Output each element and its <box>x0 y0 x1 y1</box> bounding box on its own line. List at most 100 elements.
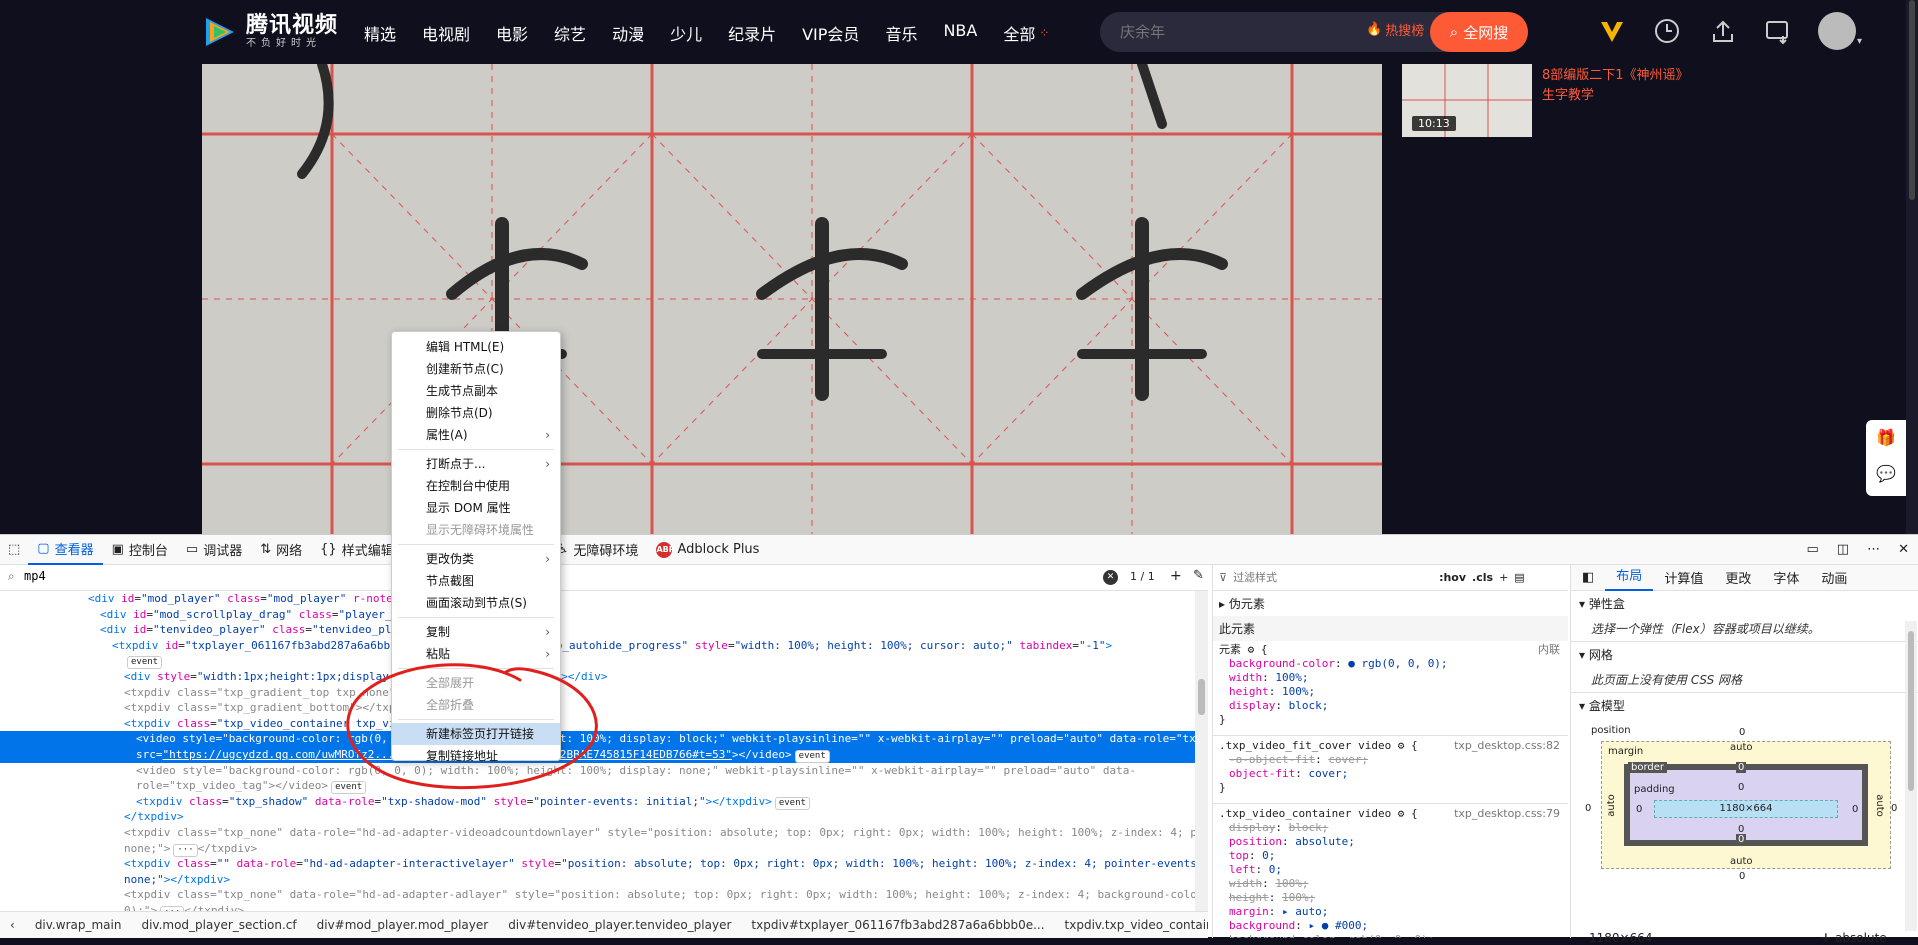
layout-scrollbar[interactable] <box>1905 621 1917 931</box>
vip-v-icon[interactable] <box>1597 16 1627 46</box>
recommend-thumbnail[interactable]: 10:13 <box>1402 64 1532 137</box>
upload-icon[interactable] <box>1708 16 1738 46</box>
rule-declaration[interactable]: margin: ▸ auto; <box>1213 905 1568 919</box>
rule-declaration[interactable]: width: 100%; <box>1213 671 1568 685</box>
rule-declaration[interactable]: position: absolute; <box>1213 835 1568 849</box>
toggle-sidebar-icon[interactable]: ◧ <box>1571 570 1605 585</box>
search-input[interactable] <box>1120 12 1360 52</box>
rule-selector[interactable]: txp_desktop.css:79 .txp_video_container v… <box>1213 803 1568 821</box>
markup-node[interactable]: <txpdiv class="txp_none" data-role="hd-a… <box>0 825 1208 841</box>
rule-source-link[interactable]: 内联 <box>1538 643 1568 657</box>
tab-changes[interactable]: 更改 <box>1714 568 1762 587</box>
menu-item[interactable]: 画面滚动到节点(S) <box>392 592 560 614</box>
eyedropper-icon[interactable]: ✎ <box>1193 568 1204 583</box>
element-picker-icon[interactable]: ⬚ <box>0 535 28 565</box>
tab-network[interactable]: ⇅ 网络 <box>251 535 311 565</box>
rule-declaration[interactable]: display: block; <box>1213 699 1568 713</box>
menu-item[interactable]: 复制链接地址 <box>392 745 560 767</box>
markup-node[interactable]: none;"></txpdiv> <box>0 872 1208 888</box>
markup-node[interactable]: <div id="mod_scrollplay_drag" class="pla… <box>0 607 1208 623</box>
rule-selector[interactable]: txp_desktop.css:82 .txp_video_fit_cover v… <box>1213 735 1568 753</box>
page-scrollbar[interactable] <box>1906 0 1918 534</box>
flexbox-section-toggle[interactable]: ▾ 弹性盒 <box>1571 591 1918 616</box>
markup-node[interactable]: 0);">···</txpdiv> <box>0 903 1208 911</box>
nav-item-documentary[interactable]: 纪录片 <box>728 21 776 45</box>
markup-node[interactable]: <div id="mod_player" class="mod_player" … <box>0 591 1208 607</box>
rule-declaration[interactable]: background-color: ● rgb(0, 0, 0); <box>1213 657 1568 671</box>
markup-node[interactable]: <div style="width:1px;height:1px;display… <box>0 669 1208 685</box>
nav-item-nba[interactable]: NBA <box>943 21 977 45</box>
markup-scrollbar[interactable] <box>1195 591 1208 911</box>
content-box[interactable]: 1180×664 <box>1654 800 1838 818</box>
responsive-icon[interactable]: ▭ <box>1798 535 1828 565</box>
markup-node[interactable]: <txpdiv class="txp_shadow" data-role="tx… <box>0 794 1208 810</box>
menu-item[interactable]: 删除节点(D) <box>392 402 560 424</box>
history-icon[interactable] <box>1652 16 1682 46</box>
markup-node[interactable]: <div id="tenvideo_player" class="tenvide… <box>0 622 1208 638</box>
search-button[interactable]: ⌕ 全网搜 <box>1430 12 1528 52</box>
tab-console[interactable]: ▣ 控制台 <box>103 535 177 565</box>
nav-item-vip[interactable]: VIP会员 <box>802 21 859 45</box>
nav-item-anime[interactable]: 动漫 <box>612 21 644 45</box>
nav-item-featured[interactable]: 精选 <box>364 21 396 45</box>
cls-toggle[interactable]: .cls <box>1472 571 1493 584</box>
nav-item-music[interactable]: 音乐 <box>885 21 917 45</box>
add-rule-icon[interactable]: + <box>1499 571 1508 584</box>
rule-declaration[interactable]: background-color: rgb(0, 0, 0); <box>1213 933 1568 938</box>
nav-item-movie[interactable]: 电影 <box>496 21 528 45</box>
hov-toggle[interactable]: :hov <box>1439 571 1466 584</box>
nav-item-all[interactable]: 全部 ⁘ <box>1003 21 1049 45</box>
margin-box[interactable]: margin auto auto auto auto border 0 0 pa… <box>1601 741 1891 869</box>
markup-node[interactable]: role="txp_video_tag"></video> event <box>0 778 1208 795</box>
menu-item[interactable]: 更改伪类 › <box>392 548 560 570</box>
video-player[interactable] <box>202 64 1382 534</box>
client-download-icon[interactable] <box>1763 16 1793 46</box>
nav-item-tv[interactable]: 电视剧 <box>422 21 470 45</box>
html-search-input[interactable] <box>24 569 324 583</box>
tab-inspector[interactable]: ▢ 查看器 <box>28 535 103 565</box>
markup-tree[interactable]: <div id="mod_player" class="mod_player" … <box>0 591 1208 911</box>
markup-node[interactable]: </txpdiv> <box>0 809 1208 825</box>
hot-list-link[interactable]: 🔥 热搜榜 <box>1366 20 1424 39</box>
markup-node[interactable]: <txpdiv class="txp_gradient_bottom"></tx… <box>0 700 1208 716</box>
box-model-section-toggle[interactable]: ▾ 盒模型 <box>1571 692 1918 718</box>
dock-icon[interactable]: ◫ <box>1828 535 1858 565</box>
rule-source-link[interactable]: txp_desktop.css:82 <box>1454 739 1568 753</box>
rule-declaration[interactable]: width: 100%; <box>1213 877 1568 891</box>
markup-node[interactable]: <txpdiv class="txp_gradient_top txp_none… <box>0 685 1208 701</box>
menu-item[interactable]: 在控制台中使用 <box>392 475 560 497</box>
rule-declaration[interactable]: height: 100%; <box>1213 685 1568 699</box>
border-box[interactable]: border 0 0 padding 0 0 0 0 1180×664 <box>1624 762 1868 846</box>
markup-node[interactable]: <txpdiv id="txplayer_061167fb3abd287a6a6… <box>0 638 1208 654</box>
grid-section-toggle[interactable]: ▾ 网格 <box>1571 641 1918 667</box>
recommend-title[interactable]: 8部编版二下1《神州谣》生字教学 <box>1542 66 1692 106</box>
menu-item[interactable]: 打断点于... › <box>392 453 560 475</box>
nav-item-kids[interactable]: 少儿 <box>670 21 702 45</box>
breadcrumb-item[interactable]: div#mod_player.mod_player <box>307 918 499 932</box>
rule-declaration[interactable]: left: 0; <box>1213 863 1568 877</box>
tab-layout[interactable]: 布局 <box>1605 565 1654 591</box>
rules-filter-input[interactable] <box>1233 571 1434 584</box>
rule-declaration[interactable]: height: 100%; <box>1213 891 1568 905</box>
feedback-icon[interactable]: 💬 <box>1876 464 1896 483</box>
breadcrumb-item[interactable]: div#tenvideo_player.tenvideo_player <box>498 918 741 932</box>
tab-fonts[interactable]: 字体 <box>1762 568 1810 587</box>
chevron-down-icon[interactable]: ▾ <box>1857 36 1862 47</box>
menu-item[interactable]: 属性(A) › <box>392 424 560 446</box>
menu-item[interactable]: 显示 DOM 属性 <box>392 497 560 519</box>
rule-source-link[interactable]: txp_desktop.css:79 <box>1454 807 1568 821</box>
markup-node[interactable]: <txpdiv class="txp_video_container txp_v… <box>0 716 1208 732</box>
rule-selector[interactable]: 内联 元素 ⚙ { <box>1213 643 1568 657</box>
breadcrumb-item[interactable]: txpdiv.txp_video_container.txp_video_fit… <box>1055 918 1208 932</box>
user-avatar[interactable] <box>1818 12 1856 50</box>
rule-declaration[interactable]: object-fit: cover; <box>1213 767 1568 781</box>
breadcrumb-back-icon[interactable]: ‹ <box>0 918 25 932</box>
pseudo-elements-toggle[interactable]: ▸ 伪元素 <box>1213 591 1568 616</box>
rule-declaration[interactable]: display: block; <box>1213 821 1568 835</box>
site-logo[interactable]: 腾讯视频 不负好时光 <box>200 12 338 52</box>
breadcrumb-item[interactable]: div.mod_player_section.cf <box>131 918 306 932</box>
markup-node-selected[interactable]: src="https://ugcydzd.qq.com/uwMROfz2... … <box>0 746 1208 763</box>
menu-item[interactable]: 粘贴 › <box>392 643 560 665</box>
nav-item-variety[interactable]: 综艺 <box>554 21 586 45</box>
markup-node[interactable]: <video style="background-color: rgb(0, 0… <box>0 763 1208 779</box>
